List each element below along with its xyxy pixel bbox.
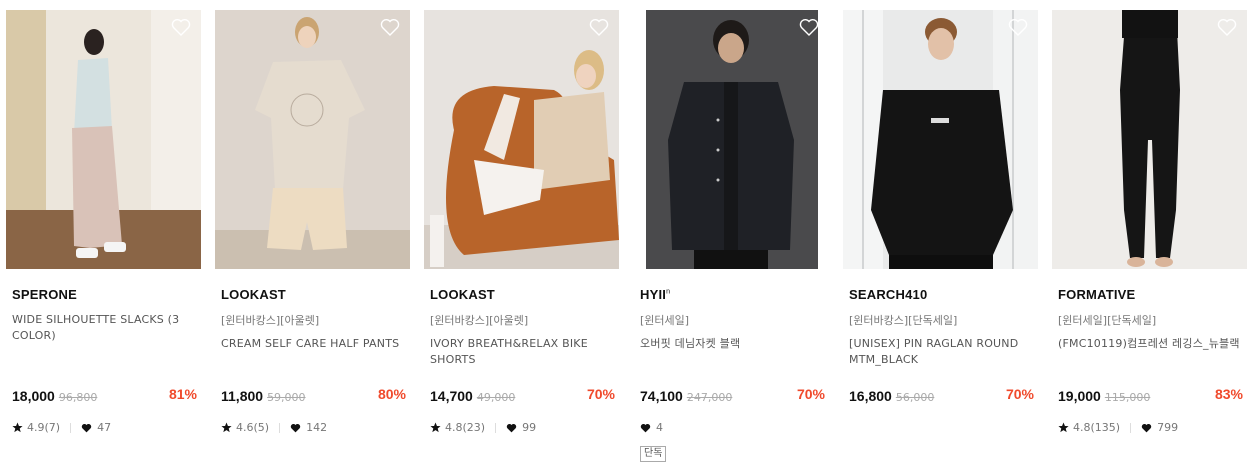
exclusive-badge: 단독: [640, 446, 667, 462]
divider: [70, 422, 72, 433]
product-meta: 4.8(23) 99: [430, 421, 536, 434]
original-price: 96,800: [58, 391, 98, 404]
original-price: 115,000: [1104, 391, 1151, 404]
discount-rate: 70%: [1005, 386, 1034, 402]
product-meta: 4.8(135) 799: [1058, 421, 1178, 434]
product-image[interactable]: [843, 10, 1038, 269]
product-image[interactable]: [634, 10, 829, 269]
price-row: 16,800 56,000 70%: [849, 386, 1034, 406]
brand-name[interactable]: SPERONE: [12, 287, 77, 302]
product-name[interactable]: (FMC10119)컴프레션 레깅스_뉴블랙: [1058, 336, 1243, 352]
promo-tags: [윈터바캉스][아울렛]: [221, 314, 320, 327]
heart-icon: [290, 423, 301, 432]
product-name[interactable]: IVORY BREATH&RELAX BIKE SHORTS: [430, 336, 615, 368]
brand-name[interactable]: LOOKAST: [430, 287, 495, 302]
product-card[interactable]: FORMATIVE [윈터세일][단독세일] (FMC10119)컴프레션 레깅…: [1052, 10, 1247, 434]
product-image[interactable]: [215, 10, 410, 269]
product-photo: [215, 10, 410, 269]
star-icon: [1058, 422, 1069, 433]
product-image[interactable]: [1052, 10, 1247, 269]
brand-name[interactable]: FORMATIVE: [1058, 287, 1135, 302]
product-card[interactable]: LOOKAST [윈터바캉스][아울렛] IVORY BREATH&RELAX …: [424, 10, 619, 434]
sale-price: 19,000: [1058, 388, 1101, 404]
like-count: 142: [306, 421, 328, 434]
brand-name[interactable]: LOOKAST: [221, 287, 286, 302]
sale-price: 18,000: [12, 388, 55, 404]
product-meta: 4.9(7) 47: [12, 421, 111, 434]
price-row: 18,000 96,800 81%: [12, 386, 197, 406]
product-meta: 4: [640, 421, 663, 434]
brand-name[interactable]: SEARCH410: [849, 287, 927, 302]
heart-icon: [640, 423, 651, 432]
product-name[interactable]: [UNISEX] PIN RAGLAN ROUND MTM_BLACK: [849, 336, 1034, 368]
heart-icon: [1141, 423, 1152, 432]
rating: 4.9(7): [27, 421, 61, 434]
star-icon: [221, 422, 232, 433]
product-name[interactable]: CREAM SELF CARE HALF PANTS: [221, 336, 406, 352]
original-price: 56,000: [895, 391, 935, 404]
discount-rate: 80%: [377, 386, 406, 402]
rating: 4.8(23): [445, 421, 486, 434]
discount-rate: 81%: [168, 386, 197, 402]
price-row: 11,800 59,000 80%: [221, 386, 406, 406]
brand-name[interactable]: HYIIn: [640, 287, 670, 302]
original-price: 59,000: [267, 391, 306, 404]
sale-price: 74,100: [640, 388, 683, 404]
product-grid: SPERONE WIDE SILHOUETTE SLACKS (3 COLOR)…: [0, 0, 1253, 476]
divider: [495, 422, 497, 433]
product-image[interactable]: [424, 10, 619, 269]
sale-price: 16,800: [849, 388, 892, 404]
like-count: 47: [97, 421, 112, 434]
price-row: 19,000 115,000 83%: [1058, 386, 1243, 406]
price-row: 74,100 247,000 70%: [640, 386, 825, 406]
star-icon: [12, 422, 23, 433]
like-count: 99: [522, 421, 537, 434]
promo-tags: [윈터바캉스][아울렛]: [430, 314, 529, 327]
product-photo: [1052, 10, 1247, 269]
star-icon: [430, 422, 441, 433]
wishlist-heart-icon[interactable]: [1217, 18, 1237, 36]
product-photo: [843, 10, 1038, 269]
divider: [279, 422, 281, 433]
sale-price: 14,700: [430, 388, 473, 404]
product-meta: 4.6(5) 142: [221, 421, 327, 434]
original-price: 247,000: [686, 391, 733, 404]
rating: 4.6(5): [236, 421, 270, 434]
product-image[interactable]: [6, 10, 201, 269]
like-count: 799: [1157, 421, 1179, 434]
sale-price: 11,800: [221, 388, 264, 404]
original-price: 49,000: [476, 391, 516, 404]
product-card[interactable]: LOOKAST [윈터바캉스][아울렛] CREAM SELF CARE HAL…: [215, 10, 410, 434]
heart-icon: [506, 423, 517, 432]
product-card[interactable]: SEARCH410 [윈터바캉스][단독세일] [UNISEX] PIN RAG…: [843, 10, 1038, 404]
rating: 4.8(135): [1073, 421, 1121, 434]
promo-tags: [윈터바캉스][단독세일]: [849, 314, 958, 327]
heart-icon: [81, 423, 92, 432]
product-card[interactable]: SPERONE WIDE SILHOUETTE SLACKS (3 COLOR)…: [6, 10, 201, 434]
wishlist-heart-icon[interactable]: [799, 18, 819, 36]
divider: [1130, 422, 1132, 433]
product-photo: [6, 10, 201, 269]
wishlist-heart-icon[interactable]: [380, 18, 400, 36]
product-photo: [634, 10, 829, 269]
discount-rate: 83%: [1214, 386, 1243, 402]
discount-rate: 70%: [586, 386, 615, 402]
product-photo: [424, 10, 619, 269]
wishlist-heart-icon[interactable]: [589, 18, 609, 36]
product-card[interactable]: HYIIn [윈터세일] 오버핏 데님자켓 블랙 74,100 247,000 7…: [634, 10, 829, 462]
price-row: 14,700 49,000 70%: [430, 386, 615, 406]
like-count: 4: [656, 421, 663, 434]
discount-rate: 70%: [796, 386, 825, 402]
promo-tags: [윈터세일]: [640, 314, 690, 327]
wishlist-heart-icon[interactable]: [1008, 18, 1028, 36]
promo-tags: [윈터세일][단독세일]: [1058, 314, 1157, 327]
wishlist-heart-icon[interactable]: [171, 18, 191, 36]
product-name[interactable]: 오버핏 데님자켓 블랙: [640, 336, 825, 352]
product-name[interactable]: WIDE SILHOUETTE SLACKS (3 COLOR): [12, 312, 197, 344]
